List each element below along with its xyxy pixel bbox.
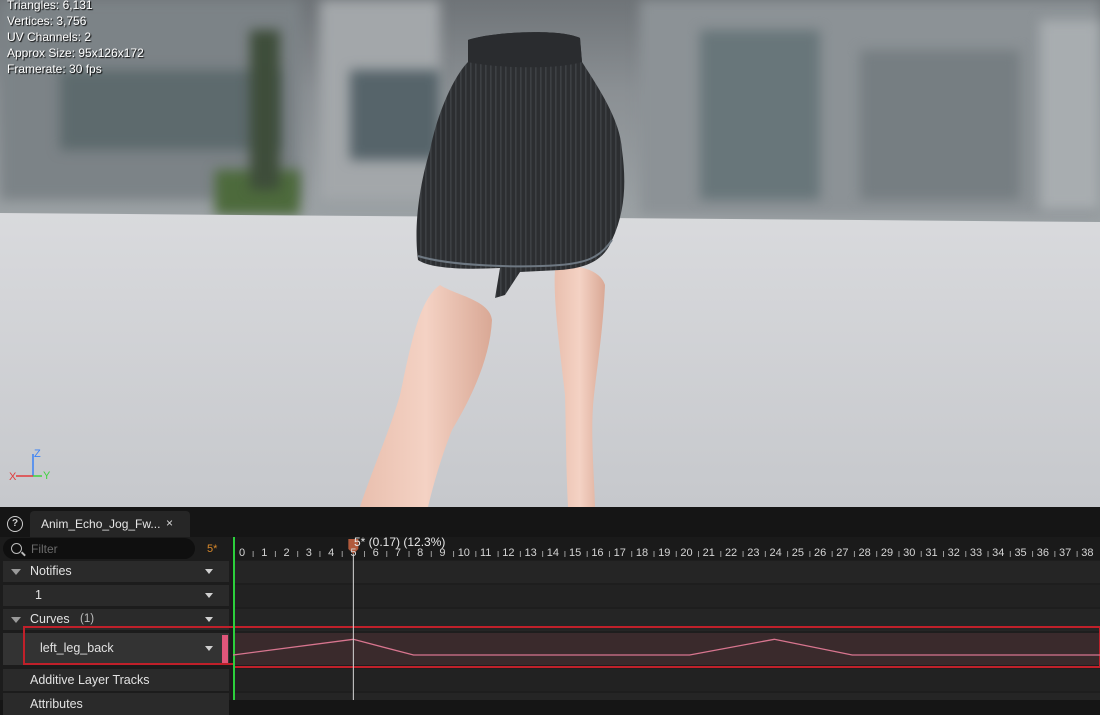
- timeline-tick-label: 0: [239, 547, 246, 559]
- timeline-tick-label: 27: [836, 547, 849, 559]
- notifies-label: Notifies: [30, 564, 72, 578]
- timeline-tick-label: 28: [858, 547, 871, 559]
- timeline-tick-label: 8: [417, 547, 424, 559]
- timeline-tick-label: 19: [658, 547, 671, 559]
- timeline-tick-label: 29: [880, 547, 894, 559]
- stat-approx-size: Approx Size: 95x126x172: [7, 46, 144, 60]
- current-frame-badge: 5*: [207, 543, 218, 555]
- timeline-tick-label: 7: [394, 547, 401, 559]
- curve-track-area[interactable]: [233, 633, 1100, 665]
- notify-track-label: 1: [35, 588, 42, 602]
- timeline-tick-label: 14: [546, 547, 560, 559]
- timeline-tick-label: 18: [635, 547, 649, 559]
- notify-track-row[interactable]: 1: [3, 585, 229, 606]
- curve-editor-panel: ? Anim_Echo_Jog_Fw... × 5* Notifies 1 Cu…: [0, 507, 1100, 715]
- help-icon[interactable]: ?: [7, 516, 23, 532]
- attributes-header[interactable]: Attributes: [3, 693, 229, 715]
- timeline-tick-label: 3: [305, 547, 312, 559]
- search-icon: [11, 543, 22, 554]
- timeline-tick-label: 21: [702, 547, 715, 559]
- timeline-tick-label: 37: [1058, 547, 1072, 559]
- curves-label: Curves: [30, 612, 70, 626]
- additive-layer-tracks-label: Additive Layer Tracks: [30, 673, 150, 687]
- timeline-tick-label: 24: [769, 547, 782, 559]
- curves-count: (1): [80, 613, 95, 625]
- timeline-tick-label: 26: [814, 547, 827, 559]
- scene-geometry: [0, 32, 1100, 507]
- timeline-tick-label: 38: [1081, 547, 1094, 559]
- axis-z-label: Z: [34, 448, 41, 460]
- attributes-label: Attributes: [30, 697, 83, 711]
- chevron-down-icon[interactable]: [205, 617, 213, 622]
- timeline-tick-label: 17: [613, 547, 626, 559]
- timeline-tick-label: 16: [591, 547, 604, 559]
- track-list: 5* Notifies 1 Curves (1) left_leg_back A…: [0, 537, 231, 715]
- search-input[interactable]: [31, 540, 181, 557]
- chevron-down-icon[interactable]: [205, 569, 213, 574]
- viewport-stats: Triangles: 6,131 Vertices: 3,756 UV Chan…: [7, 0, 144, 77]
- stat-uv-channels: UV Channels: 2: [7, 30, 92, 44]
- stat-framerate: Framerate: 30 fps: [7, 62, 102, 76]
- timeline-tick-label: 36: [1036, 547, 1049, 559]
- additive-layer-tracks-header[interactable]: Additive Layer Tracks: [3, 669, 229, 691]
- timeline-tick-label: 2: [283, 547, 290, 559]
- timeline-tick-label: 22: [724, 547, 738, 559]
- collapse-icon[interactable]: [11, 569, 21, 575]
- timeline-tick-label: 35: [1014, 547, 1027, 559]
- notifies-header[interactable]: Notifies: [3, 561, 229, 582]
- timeline-tick-label: 30: [903, 547, 916, 559]
- chevron-down-icon[interactable]: [205, 593, 213, 598]
- collapse-icon[interactable]: [11, 617, 21, 623]
- timeline-tick-label: 34: [992, 547, 1005, 559]
- tab-title: Anim_Echo_Jog_Fw...: [41, 517, 161, 531]
- timeline-tick-label: 12: [502, 547, 515, 559]
- timeline-tick-label: 15: [569, 547, 582, 559]
- stat-triangles: Triangles: 6,131: [7, 0, 93, 12]
- timeline-tick-label: 25: [791, 547, 804, 559]
- timeline-tick-label: 1: [261, 547, 268, 559]
- stat-vertices: Vertices: 3,756: [7, 14, 87, 28]
- timeline-tick-label: 13: [524, 547, 537, 559]
- close-icon[interactable]: ×: [166, 516, 173, 530]
- axis-y-label: Y: [43, 470, 51, 482]
- timeline-tick-label: 9: [439, 547, 446, 559]
- search-box[interactable]: [3, 538, 195, 559]
- axis-gizmo-icon: Z Y X: [9, 448, 51, 483]
- timeline-tick-label: 6: [372, 547, 379, 559]
- selection-highlight-left: [23, 626, 233, 665]
- tab-anim-echo-jog[interactable]: Anim_Echo_Jog_Fw... ×: [30, 511, 190, 537]
- timeline-tick-label: 20: [680, 547, 693, 559]
- timeline-tick-label: 5: [350, 547, 357, 559]
- timeline-tick-label: 32: [947, 547, 960, 559]
- timeline-tick-label: 23: [747, 547, 760, 559]
- timeline-tick-label: 10: [457, 547, 470, 559]
- timeline-tracks: [233, 537, 1100, 700]
- timeline[interactable]: 5* (0.17) (12.3%) 0 1 2 3 4 5 6 7 8 9 10 11 12 13 14 15…: [233, 535, 1100, 700]
- timeline-tick-label: 11: [479, 547, 492, 559]
- axis-x-label: X: [9, 471, 17, 483]
- tab-bar: ? Anim_Echo_Jog_Fw... ×: [0, 507, 1100, 537]
- timeline-tick-label: 33: [969, 547, 983, 559]
- viewport[interactable]: Triangles: 6,131 Vertices: 3,756 UV Chan…: [0, 0, 1100, 507]
- timeline-tick-label: 31: [925, 547, 938, 559]
- timeline-tick-label: 4: [328, 547, 335, 559]
